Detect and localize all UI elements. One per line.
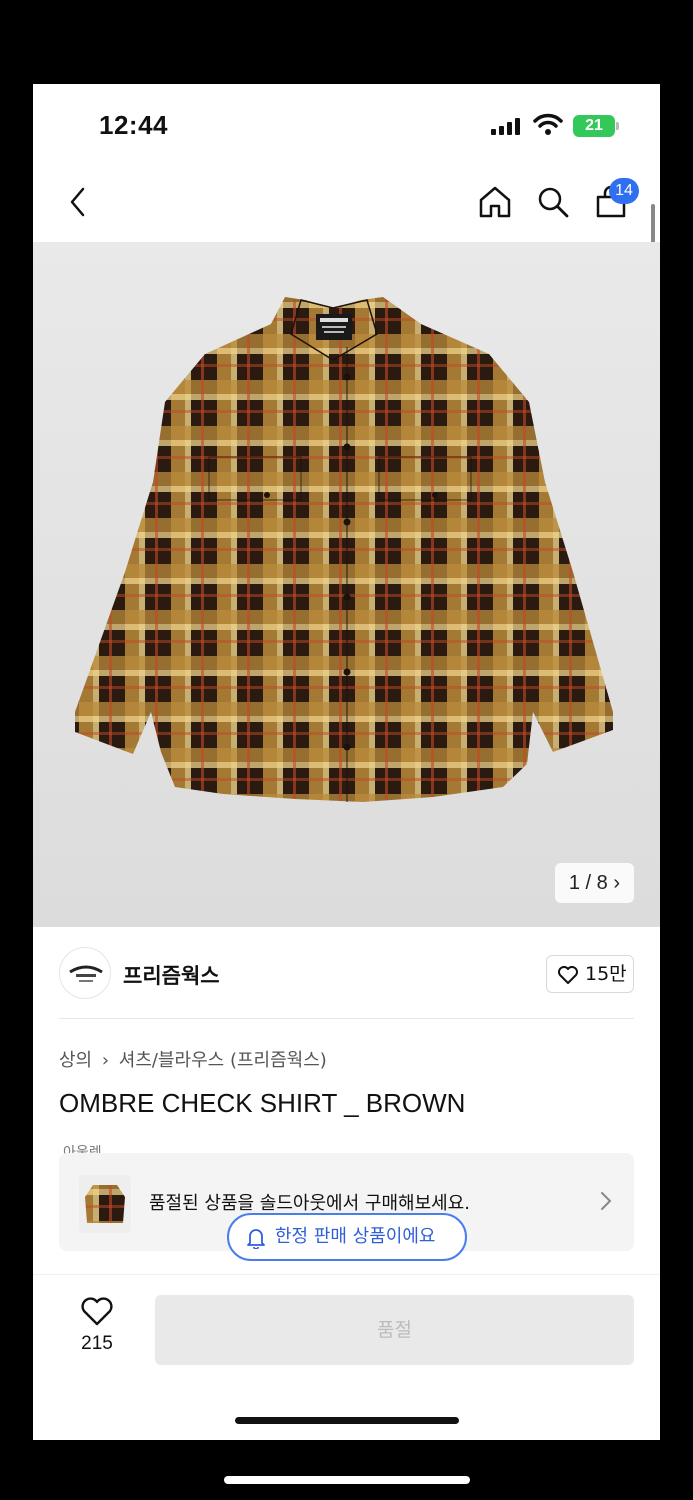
soldout-banner-text: 품절된 상품을 솔드아웃에서 구매해보세요. <box>149 1193 470 1214</box>
outer-home-indicator <box>224 1476 470 1484</box>
breadcrumb-category[interactable]: 상의 <box>59 1050 92 1071</box>
bell-icon <box>247 1229 265 1249</box>
cart-count-badge: 14 <box>609 178 639 204</box>
heart-icon <box>81 1297 113 1326</box>
brand-like-button[interactable]: 15만 <box>546 955 634 993</box>
wishlist-count: 215 <box>81 1333 113 1354</box>
wifi-icon <box>533 113 563 135</box>
limited-sale-notice: 한정 판매 상품이에요 <box>227 1213 467 1261</box>
breadcrumb-separator: › <box>101 1050 110 1071</box>
top-nav <box>33 170 660 242</box>
product-title: OMBRE CHECK SHIRT _ BROWN <box>59 1088 466 1118</box>
back-arrow-icon[interactable] <box>63 184 93 220</box>
wishlist-button[interactable]: 215 <box>73 1297 121 1355</box>
chevron-right-icon <box>601 1192 612 1210</box>
battery-tip <box>616 122 619 130</box>
heart-icon <box>558 966 578 984</box>
home-indicator <box>235 1417 459 1424</box>
search-icon[interactable] <box>535 184 571 220</box>
app-screen: 12:44 21 14 1 / 8 › 프리즘웍스 15만 상의 › 셔츠/블라… <box>33 84 660 1440</box>
breadcrumb-subcategory[interactable]: 셔츠/블라우스 (프리즘웍스) <box>119 1050 327 1071</box>
soldout-button[interactable]: 품절 <box>155 1295 634 1365</box>
cellular-signal-icon <box>491 117 523 135</box>
product-image <box>75 297 613 802</box>
home-icon[interactable] <box>477 184 513 220</box>
brand-like-count: 15만 <box>585 963 627 985</box>
divider <box>59 1018 634 1019</box>
bottom-action-bar: 215 품절 <box>33 1274 660 1440</box>
limited-sale-text: 한정 판매 상품이에요 <box>275 1226 436 1247</box>
clock: 12:44 <box>99 110 168 140</box>
chevron-right-icon: › <box>613 872 620 894</box>
battery-indicator: 21 <box>573 115 615 137</box>
product-image-gallery[interactable]: 1 / 8 › <box>33 242 660 927</box>
breadcrumb: 상의 › 셔츠/블라우스 (프리즘웍스) <box>59 1046 331 1072</box>
image-counter-text: 1 / 8 <box>568 872 608 894</box>
soldout-thumbnail <box>79 1175 131 1233</box>
brand-name[interactable]: 프리즘웍스 <box>123 960 220 990</box>
status-bar: 12:44 21 <box>33 84 660 164</box>
brand-logo[interactable] <box>59 947 111 999</box>
brand-row[interactable]: 프리즘웍스 15만 <box>33 927 660 1019</box>
image-counter[interactable]: 1 / 8 › <box>554 863 634 903</box>
